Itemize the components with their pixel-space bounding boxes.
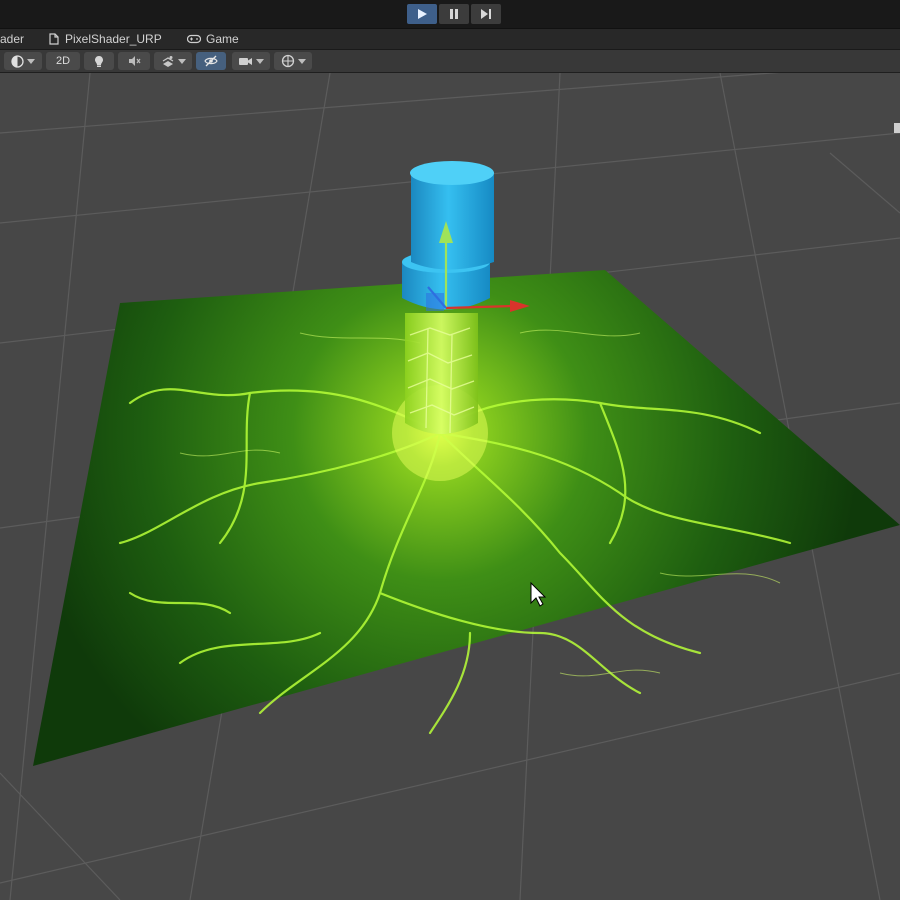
hidden-eye-icon bbox=[204, 55, 218, 67]
camera-icon bbox=[239, 57, 252, 65]
chevron-down-icon bbox=[27, 58, 35, 64]
window-tabs: ader PixelShader_URP Game bbox=[0, 29, 900, 50]
step-icon bbox=[481, 9, 491, 19]
lighting-toggle[interactable] bbox=[84, 52, 114, 70]
tab-shader-label: ader bbox=[0, 32, 25, 46]
pause-icon bbox=[450, 9, 458, 19]
effects-dropdown[interactable] bbox=[154, 52, 192, 70]
gamepad-icon bbox=[187, 34, 201, 44]
pause-button[interactable] bbox=[439, 4, 469, 24]
light-bulb-icon bbox=[95, 55, 103, 67]
chevron-down-icon bbox=[297, 58, 306, 64]
tab-game[interactable]: Game bbox=[187, 29, 239, 49]
play-button[interactable] bbox=[407, 4, 437, 24]
audio-icon bbox=[128, 56, 140, 66]
scene-view-toolbar: 2D bbox=[0, 50, 900, 73]
gizmos-dropdown[interactable] bbox=[274, 52, 312, 70]
orientation-gizmo[interactable] bbox=[894, 123, 900, 133]
play-toolbar bbox=[0, 0, 900, 29]
shading-mode-dropdown[interactable] bbox=[4, 52, 42, 70]
toggle-2d-button[interactable]: 2D bbox=[46, 52, 80, 70]
step-button[interactable] bbox=[471, 4, 501, 24]
audio-toggle[interactable] bbox=[118, 52, 150, 70]
chevron-down-icon bbox=[177, 58, 186, 64]
play-icon bbox=[418, 9, 427, 19]
gizmos-icon bbox=[281, 54, 294, 68]
toggle-2d-label: 2D bbox=[55, 55, 71, 67]
scene-visibility-toggle[interactable] bbox=[196, 52, 226, 70]
camera-dropdown[interactable] bbox=[232, 52, 270, 70]
sphere-icon bbox=[11, 54, 24, 68]
tab-shader[interactable]: ader bbox=[0, 29, 24, 49]
tab-game-label: Game bbox=[206, 32, 239, 46]
tab-scene[interactable]: PixelShader_URP bbox=[48, 29, 162, 49]
effects-icon bbox=[162, 55, 173, 67]
play-controls bbox=[407, 4, 501, 24]
glowing-pillar[interactable] bbox=[405, 313, 478, 434]
scene-viewport[interactable] bbox=[0, 73, 900, 900]
tab-scene-label: PixelShader_URP bbox=[65, 32, 162, 46]
scene-icon bbox=[49, 33, 59, 45]
chevron-down-icon bbox=[256, 58, 264, 64]
scene-canvas[interactable] bbox=[0, 73, 900, 900]
